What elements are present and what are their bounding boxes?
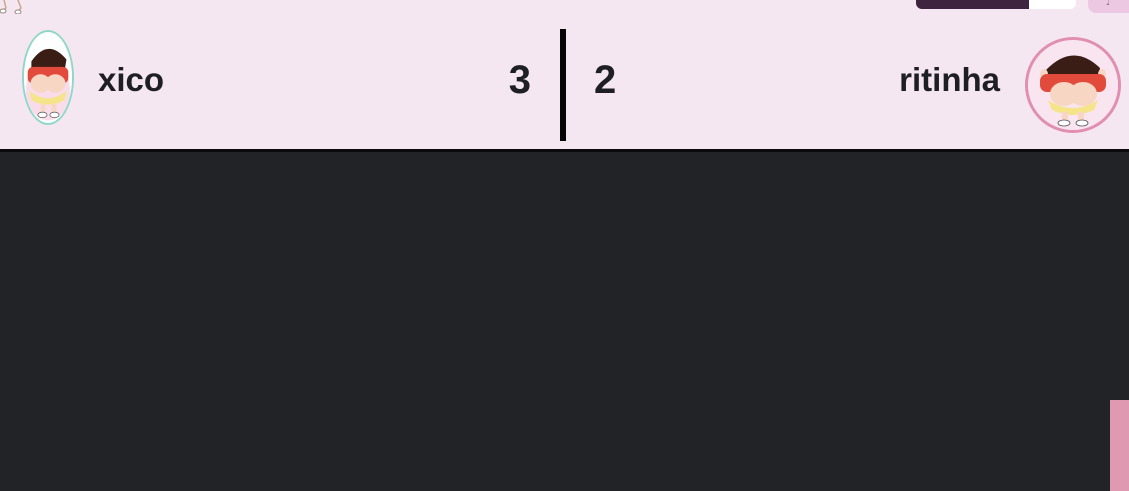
tab-icon: ♩ xyxy=(1106,0,1111,8)
character-feet-icon xyxy=(0,0,22,14)
player-right-name: ritinha xyxy=(899,61,1000,98)
scoreboard: ♩ xico 3 2 ritinha xyxy=(0,0,1129,152)
player-left-name: xico xyxy=(98,61,165,98)
score-divider xyxy=(560,29,566,141)
player-left-score: 3 xyxy=(508,58,531,102)
toolbar-light-segment xyxy=(1029,0,1076,9)
shinchan-avatar-icon xyxy=(1028,40,1118,130)
game-screen: ♩ xico 3 2 ritinha xyxy=(0,0,1129,491)
player-left-avatar xyxy=(22,30,74,125)
side-panel-tab[interactable] xyxy=(1110,400,1129,491)
shinchan-avatar-icon xyxy=(24,33,72,122)
toolbar-dark-segment xyxy=(916,0,1029,9)
top-right-tab[interactable]: ♩ xyxy=(1088,0,1129,13)
player-right-avatar xyxy=(1025,37,1121,133)
player-right-score: 2 xyxy=(594,58,617,102)
top-toolbar-fragment xyxy=(916,0,1076,9)
